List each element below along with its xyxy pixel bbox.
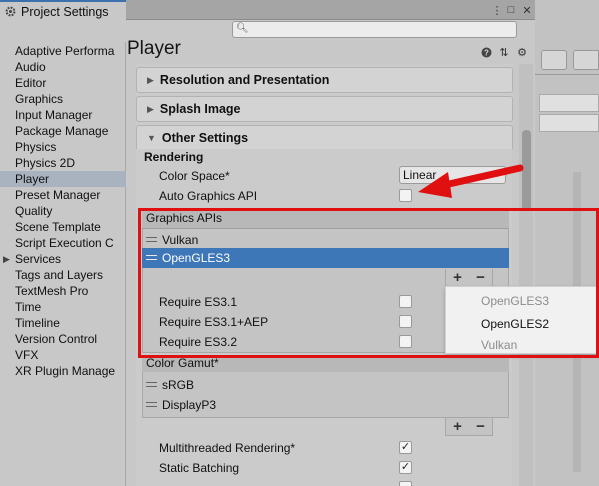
maximize-icon[interactable]: □	[504, 3, 518, 17]
sidebar-item-textmesh-pro[interactable]: TextMesh Pro	[15, 283, 88, 299]
sidebar-item-preset-manager[interactable]: Preset Manager	[15, 187, 100, 203]
sidebar-item-services[interactable]: Services	[15, 251, 61, 267]
background-field	[539, 94, 599, 112]
annotation-highlight-box	[138, 208, 599, 358]
color-gamut-add-remove: + −	[445, 418, 493, 436]
page-title: Player	[127, 38, 181, 59]
list-item-label: sRGB	[162, 378, 195, 392]
foldout-label: Other Settings	[161, 130, 249, 145]
expand-triangle-icon[interactable]: ▶	[3, 254, 10, 265]
sidebar-item-time[interactable]: Time	[15, 299, 41, 315]
rendering-heading: Rendering	[144, 150, 204, 164]
multithreaded-rendering-label: Multithreaded Rendering*	[159, 441, 296, 455]
sidebar-item-editor[interactable]: Editor	[15, 75, 46, 91]
foldout-splash-image[interactable]: ▶ Splash Image	[136, 96, 513, 122]
foldout-label: Resolution and Presentation	[159, 73, 330, 87]
sidebar-item-scene-template[interactable]: Scene Template	[15, 219, 101, 235]
foldout-resolution[interactable]: ▶ Resolution and Presentation	[136, 67, 513, 93]
list-item-label: DisplayP3	[162, 398, 217, 412]
foldout-label: Splash Image	[159, 102, 241, 116]
preset-icon[interactable]: ⇅	[498, 46, 510, 59]
sidebar-item-tags-and-layers[interactable]: Tags and Layers	[15, 267, 103, 283]
sidebar-item-input-manager[interactable]: Input Manager	[15, 107, 92, 123]
sidebar-item-physics-2d[interactable]: Physics 2D	[15, 155, 75, 171]
multithreaded-rendering-checkbox[interactable]: ✓	[399, 441, 412, 454]
drag-handle-icon[interactable]	[146, 382, 157, 387]
background-toolbar-button[interactable]	[573, 50, 599, 70]
sidebar-item-player[interactable]: Player	[0, 171, 126, 187]
static-batching-label: Static Batching	[159, 461, 240, 475]
gear-icon	[5, 6, 16, 17]
color-space-label: Color Space*	[159, 169, 230, 183]
expanded-arrow-icon: ▼	[147, 132, 156, 143]
sidebar-item-package-manager[interactable]: Package Manage	[15, 123, 108, 139]
sidebar-item-graphics[interactable]: Graphics	[15, 91, 63, 107]
help-icon[interactable]: ?	[480, 46, 492, 58]
background-field	[539, 114, 599, 132]
add-button[interactable]: +	[453, 418, 462, 435]
foldout-other-settings[interactable]: ▼ Other Settings	[136, 125, 513, 149]
window-tab-title: Project Settings	[21, 4, 109, 19]
sidebar-item-timeline[interactable]: Timeline	[15, 315, 60, 331]
collapsed-arrow-icon: ▶	[147, 103, 154, 114]
sidebar-item-script-execution[interactable]: Script Execution C	[15, 235, 114, 251]
divider	[535, 74, 599, 75]
sidebar-item-version-control[interactable]: Version Control	[15, 331, 97, 347]
window-tab[interactable]: Project Settings	[0, 0, 126, 21]
background-toolbar-button[interactable]	[541, 50, 567, 70]
remove-button[interactable]: −	[476, 418, 485, 435]
static-batching-checkbox[interactable]: ✓	[399, 461, 412, 474]
sidebar-item-adaptive-performance[interactable]: Adaptive Performa	[15, 43, 114, 59]
collapsed-arrow-icon: ▶	[147, 74, 154, 85]
search-input[interactable]: 🔍︎	[232, 21, 517, 38]
list-item-displayp3[interactable]: DisplayP3	[142, 395, 509, 415]
sidebar-item-physics[interactable]: Physics	[15, 139, 56, 155]
gear-icon[interactable]: ⚙	[516, 46, 528, 59]
close-icon[interactable]: ✕	[520, 3, 534, 17]
sidebar-item-audio[interactable]: Audio	[15, 59, 46, 75]
partial-checkbox[interactable]	[399, 481, 412, 486]
sidebar-item-xr-plugin-management[interactable]: XR Plugin Manage	[15, 363, 115, 379]
sidebar-item-vfx[interactable]: VFX	[15, 347, 38, 363]
annotation-arrow-icon	[418, 164, 524, 198]
search-icon: 🔍︎	[236, 23, 249, 34]
more-menu-icon[interactable]: ⋮	[490, 3, 504, 17]
svg-text:?: ?	[484, 48, 489, 57]
drag-handle-icon[interactable]	[146, 402, 157, 407]
auto-graphics-api-label: Auto Graphics API	[159, 189, 258, 203]
sidebar-item-quality[interactable]: Quality	[15, 203, 52, 219]
list-item-srgb[interactable]: sRGB	[142, 375, 509, 395]
